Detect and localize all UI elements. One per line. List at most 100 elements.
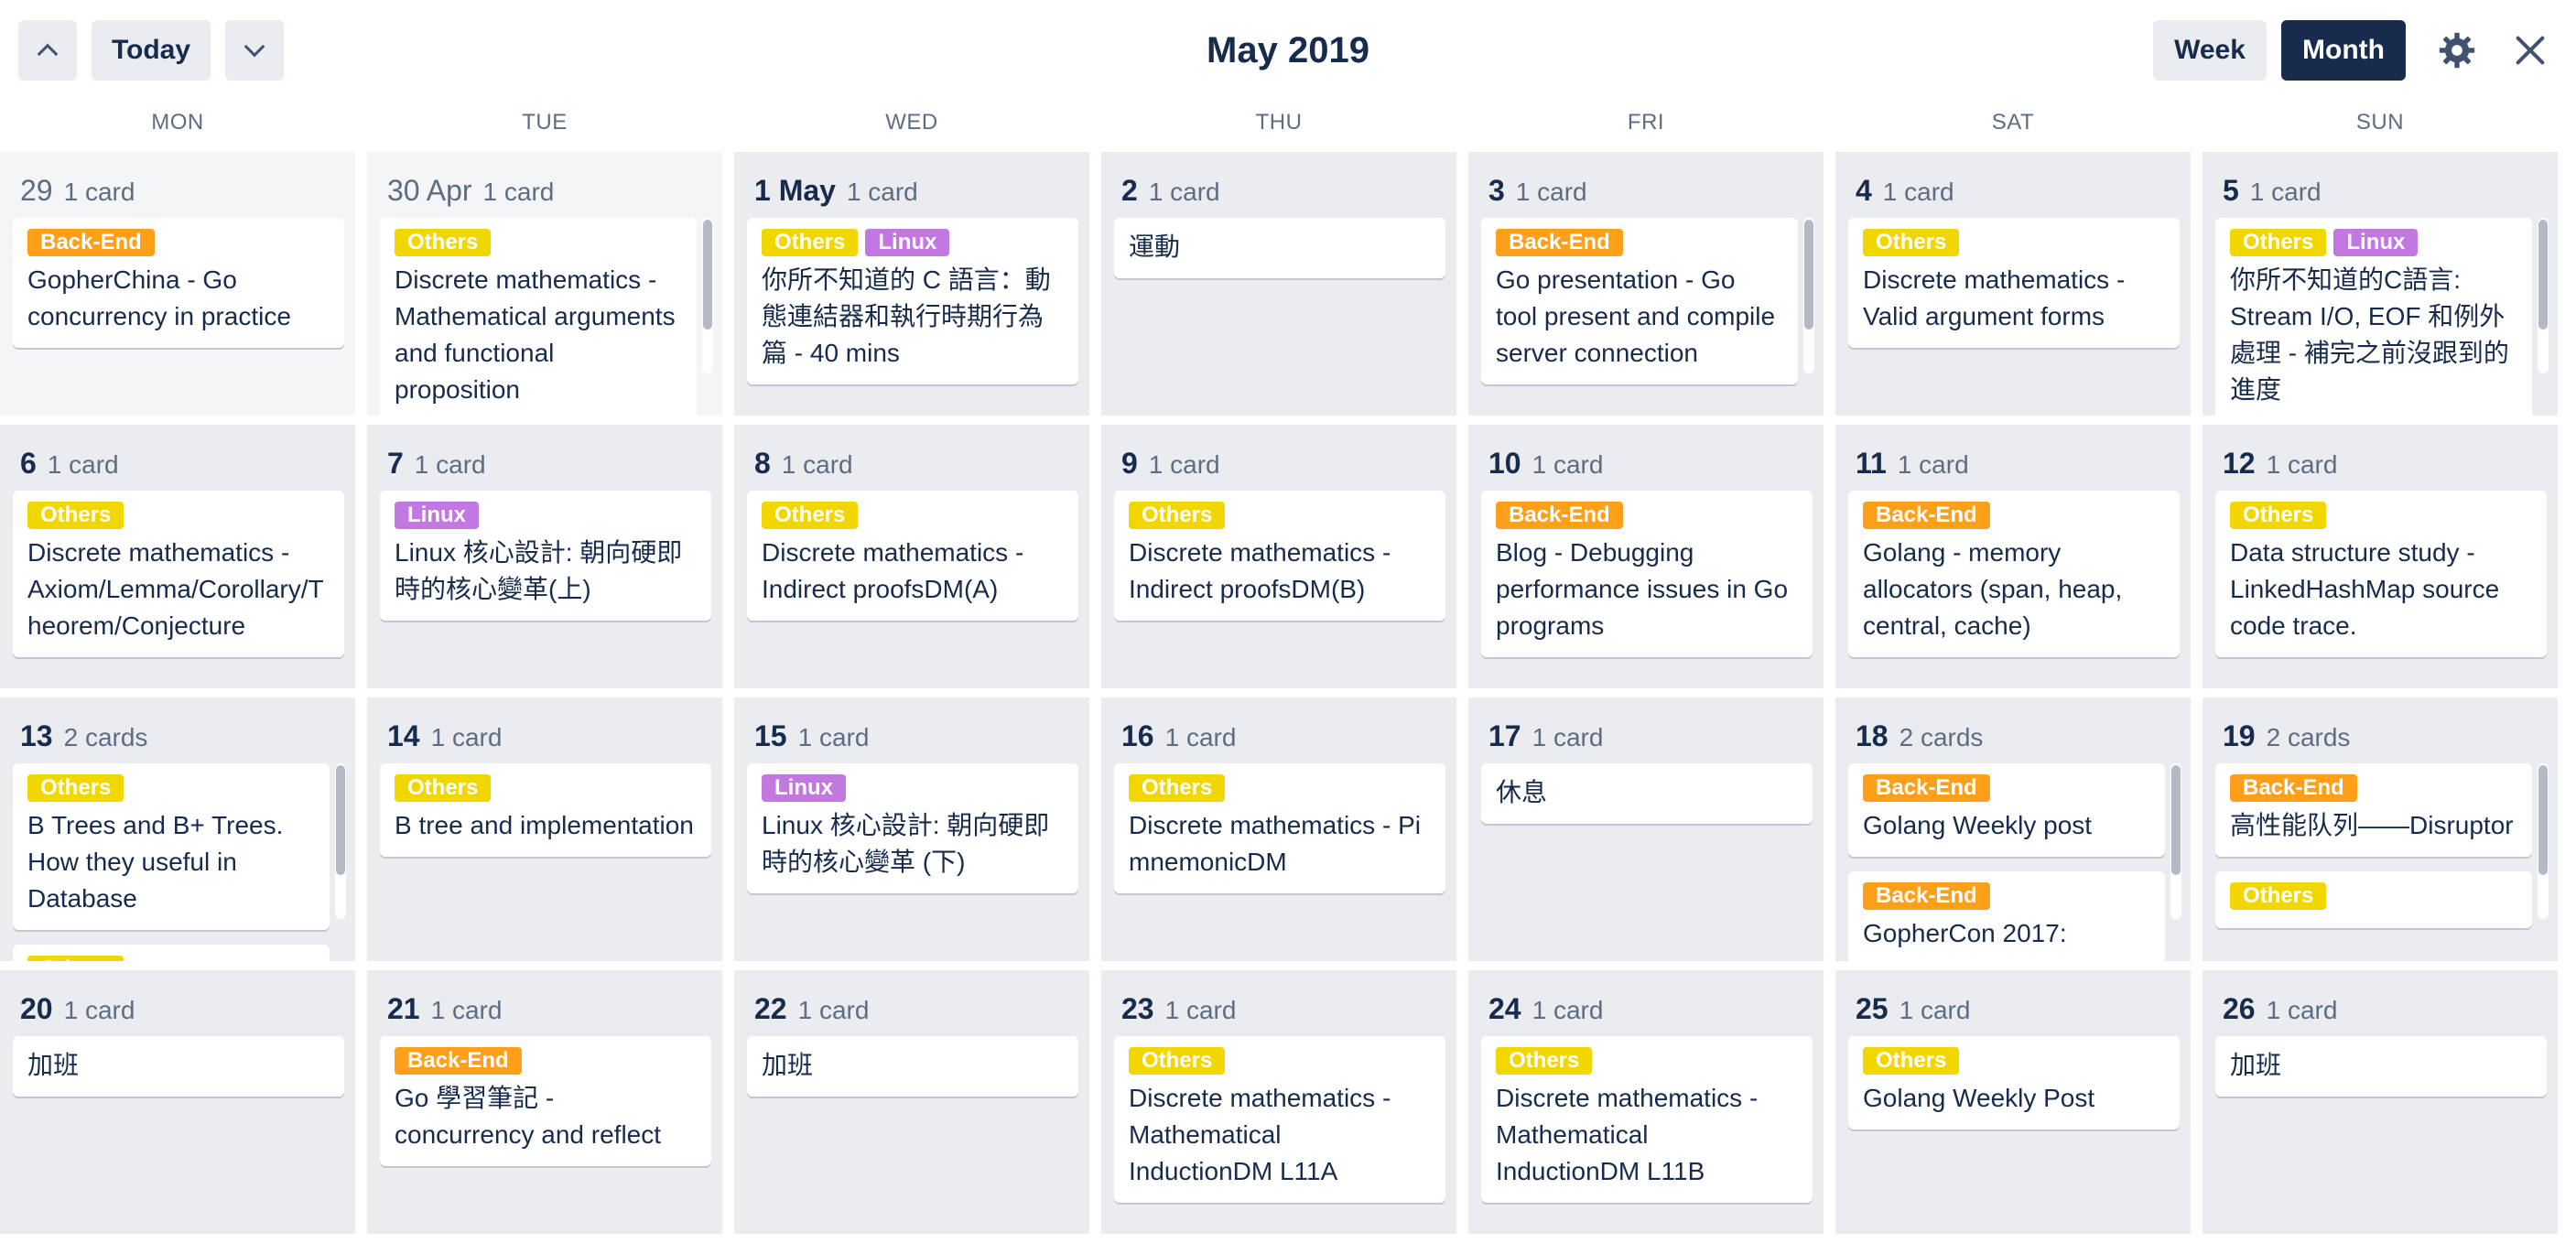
day-cell[interactable]: 4 1 card Others Discrete mathematics - Vali…: [1835, 152, 2191, 416]
day-cell[interactable]: 23 1 card Others Discrete mathematics - Mat…: [1101, 970, 1456, 1234]
calendar-card[interactable]: Back-End Go 學習筆記 - concurrency and reflec…: [380, 1036, 711, 1166]
cell-scrollbar[interactable]: [2170, 763, 2181, 919]
calendar-card[interactable]: 加班: [13, 1036, 344, 1097]
day-cell[interactable]: 8 1 card Others Discrete mathematics - Indi…: [734, 425, 1089, 688]
calendar-card[interactable]: Others Golang Weekly Post: [1848, 1036, 2180, 1130]
cell-scrollbar[interactable]: [335, 763, 346, 919]
calendar-card[interactable]: Back-End 高性能队列——Disruptor: [2215, 763, 2532, 857]
calendar-card[interactable]: 休息: [1481, 763, 1813, 824]
card-list: Back-End Golang - memory allocators (span…: [1848, 491, 2180, 672]
week-view-button[interactable]: Week: [2153, 20, 2267, 81]
calendar-card[interactable]: Others Discrete mathematics - Indirect pr…: [1114, 491, 1445, 621]
day-number: 24: [1488, 992, 1521, 1025]
scrollbar-thumb[interactable]: [2538, 220, 2548, 330]
close-icon: [2516, 36, 2545, 65]
day-cell[interactable]: 11 1 card Back-End Golang - memory allocato…: [1835, 425, 2191, 688]
day-cell[interactable]: 6 1 card Others Discrete mathematics - Axio…: [0, 425, 355, 688]
calendar-card[interactable]: Others Data structure study - LinkedHashM…: [2215, 491, 2547, 657]
label-others: Others: [2230, 229, 2327, 256]
card-labels: Others: [27, 502, 330, 529]
day-cell[interactable]: 15 1 card Linux Linux 核心設計: 朝向硬即時的核心變革 (下): [734, 697, 1089, 961]
scrollbar-thumb[interactable]: [1804, 220, 1813, 330]
calendar-card[interactable]: Others Discrete mathematics - Mathematica…: [1481, 1036, 1813, 1203]
day-cell[interactable]: 9 1 card Others Discrete mathematics - Indi…: [1101, 425, 1456, 688]
card-title: Blog - Debugging performance issues in G…: [1496, 538, 1789, 640]
day-cell[interactable]: 18 2 cards Back-End Golang Weekly post Back-…: [1835, 697, 2191, 961]
calendar-card[interactable]: Others Discrete mathematics - Axiom/Lemma…: [13, 491, 344, 657]
day-cell[interactable]: 29 1 card Back-End GopherChina - Go concurr…: [0, 152, 355, 416]
day-header: 26 1 card: [2223, 990, 2337, 1027]
calendar-card[interactable]: Others Linux 你所不知道的C語言: Stream I/O, EOF 和例…: [2215, 218, 2532, 416]
scrollbar-thumb[interactable]: [2171, 765, 2181, 875]
day-cell[interactable]: 13 2 cards Others B Trees and B+ Trees. How…: [0, 697, 355, 961]
card-count: 1 card: [1897, 450, 1969, 479]
cell-scrollbar[interactable]: [1803, 218, 1814, 373]
calendar-card[interactable]: 運動: [1114, 218, 1445, 278]
day-cell[interactable]: 14 1 card Others B tree and implementation: [367, 697, 722, 961]
card-count: 1 card: [482, 178, 555, 206]
calendar-card[interactable]: Back-End Blog - Debugging performance iss…: [1481, 491, 1813, 657]
card-labels: Others: [2230, 502, 2532, 529]
calendar-card[interactable]: Back-End Golang Weekly post: [1848, 763, 2165, 857]
calendar-card[interactable]: Others Discrete mathematics - Mathematica…: [380, 218, 697, 416]
next-month-button[interactable]: [225, 20, 284, 81]
card-title: Discrete mathematics - Axiom/Lemma/Corol…: [27, 538, 324, 640]
day-cell[interactable]: 1 May 1 card Others Linux 你所不知道的 C 語言：動態連結器和…: [734, 152, 1089, 416]
day-cell[interactable]: 5 1 card Others Linux 你所不知道的C語言: Stream I/O,…: [2203, 152, 2558, 416]
calendar-card[interactable]: Others Discrete mathematics - Mathematica…: [1114, 1036, 1445, 1203]
day-cell[interactable]: 16 1 card Others Discrete mathematics - Pi …: [1101, 697, 1456, 961]
day-cell[interactable]: 22 1 card 加班: [734, 970, 1089, 1234]
scrollbar-thumb[interactable]: [2538, 765, 2548, 875]
day-cell[interactable]: 20 1 card 加班: [0, 970, 355, 1234]
calendar-card[interactable]: Back-End GopherChina - Go concurrency in …: [13, 218, 344, 348]
day-cell[interactable]: 3 1 card Back-End Go presentation - Go tool…: [1468, 152, 1824, 416]
calendar-card[interactable]: Others Discrete mathematics - Valid argum…: [1848, 218, 2180, 348]
calendar-card[interactable]: Others B tree and implementation: [380, 763, 711, 857]
card-title: Golang - memory allocators (span, heap, …: [1863, 538, 2123, 640]
scrollbar-thumb[interactable]: [336, 765, 345, 875]
day-cell[interactable]: 24 1 card Others Discrete mathematics - Mat…: [1468, 970, 1824, 1234]
calendar-card[interactable]: Linux Linux 核心設計: 朝向硬即時的核心變革 (下): [747, 763, 1078, 893]
calendar-card[interactable]: Linux Linux 核心設計: 朝向硬即時的核心變革(上): [380, 491, 711, 621]
day-cell[interactable]: 12 1 card Others Data structure study - Lin…: [2203, 425, 2558, 688]
card-list: Others Discrete mathematics - Valid argum…: [1848, 218, 2180, 362]
day-cell[interactable]: 25 1 card Others Golang Weekly Post: [1835, 970, 2191, 1234]
card-title: B tree and implementation: [395, 811, 694, 839]
calendar-card[interactable]: Back-End GopherCon 2017:: [1848, 871, 2165, 961]
calendar-card[interactable]: 加班: [747, 1036, 1078, 1097]
cell-scrollbar[interactable]: [2538, 763, 2549, 919]
close-button[interactable]: [2504, 24, 2557, 77]
calendar-card[interactable]: Others B Trees and B+ Trees. How they use…: [13, 763, 330, 930]
label-others: Others: [2230, 502, 2327, 529]
today-button[interactable]: Today: [92, 20, 211, 81]
calendar-card[interactable]: Others Discrete mathematics - Indirect pr…: [747, 491, 1078, 621]
day-cell[interactable]: 2 1 card 運動: [1101, 152, 1456, 416]
card-count: 1 card: [430, 723, 503, 751]
calendar-card[interactable]: Others: [13, 945, 330, 961]
scrollbar-thumb[interactable]: [703, 220, 712, 330]
calendar-card[interactable]: 加班: [2215, 1036, 2547, 1097]
month-view-button[interactable]: Month: [2281, 20, 2406, 81]
card-list: 加班: [13, 1036, 344, 1111]
day-cell[interactable]: 19 2 cards Back-End 高性能队列——Disruptor Others: [2203, 697, 2558, 961]
day-cell[interactable]: 10 1 card Back-End Blog - Debugging perform…: [1468, 425, 1824, 688]
day-cell[interactable]: 17 1 card 休息: [1468, 697, 1824, 961]
cell-scrollbar[interactable]: [2538, 218, 2549, 373]
previous-month-button[interactable]: [18, 20, 77, 81]
calendar-card[interactable]: Others Linux 你所不知道的 C 語言：動態連結器和執行時期行為篇 - 4…: [747, 218, 1078, 384]
calendar-card[interactable]: Others: [2215, 871, 2532, 928]
label-back-end: Back-End: [395, 1047, 522, 1075]
settings-button[interactable]: [2430, 24, 2484, 77]
calendar-card[interactable]: Others Discrete mathematics - Pi mnemonic…: [1114, 763, 1445, 893]
calendar-card[interactable]: Back-End Go presentation - Go tool presen…: [1481, 218, 1798, 384]
day-cell[interactable]: 26 1 card 加班: [2203, 970, 2558, 1234]
day-cell[interactable]: 21 1 card Back-End Go 學習筆記 - concurrency an…: [367, 970, 722, 1234]
card-title: 加班: [2230, 1051, 2282, 1079]
day-cell[interactable]: 30 Apr 1 card Others Discrete mathematics -…: [367, 152, 722, 416]
card-list: Others Discrete mathematics - Pi mnemonic…: [1114, 763, 1445, 908]
day-header: 21 1 card: [387, 990, 502, 1027]
cell-scrollbar[interactable]: [702, 218, 713, 373]
calendar-card[interactable]: Back-End Golang - memory allocators (span…: [1848, 491, 2180, 657]
day-cell[interactable]: 7 1 card Linux Linux 核心設計: 朝向硬即時的核心變革(上): [367, 425, 722, 688]
day-number: 12: [2223, 447, 2256, 480]
